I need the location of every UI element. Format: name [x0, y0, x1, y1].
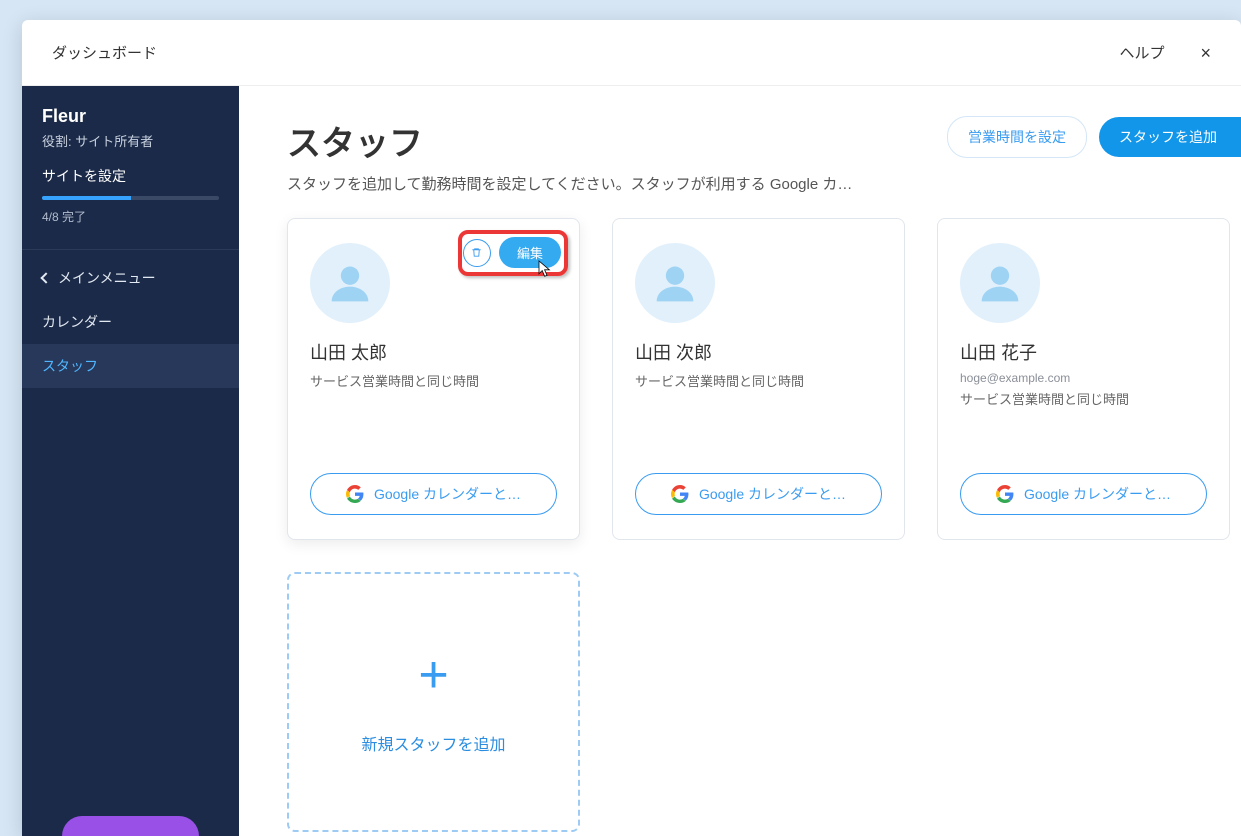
google-calendar-button[interactable]: Google カレンダーと…: [310, 473, 557, 515]
add-staff-button[interactable]: スタッフを追加: [1099, 117, 1241, 157]
staff-name: 山田 次郎: [635, 339, 882, 365]
staff-name: 山田 太郎: [310, 339, 557, 365]
avatar: [960, 243, 1040, 323]
delete-icon[interactable]: [463, 239, 491, 267]
site-name: Fleur: [42, 104, 221, 129]
page-subtitle: スタッフを追加して勤務時間を設定してください。スタッフが利用する Google …: [287, 173, 852, 194]
edit-button[interactable]: 編集: [499, 237, 561, 268]
staff-email: hoge@example.com: [960, 371, 1207, 385]
help-link[interactable]: ヘルプ: [1119, 42, 1164, 63]
google-icon: [671, 485, 689, 503]
page-title: スタッフ: [287, 116, 852, 165]
close-icon[interactable]: ×: [1200, 44, 1211, 62]
add-staff-card[interactable]: + 新規スタッフを追加: [287, 572, 580, 832]
sidebar: Fleur 役割: サイト所有者 サイトを設定 4/8 完了 メインメニュー カ…: [22, 86, 239, 836]
sidebar-item-calendar[interactable]: カレンダー: [22, 300, 239, 344]
card-actions: 編集: [463, 237, 561, 268]
staff-card: 編集 山田 太郎 サービス営業時間と同じ時間 Google カレンダーと…: [287, 218, 580, 540]
divider: [22, 249, 239, 250]
google-icon: [996, 485, 1014, 503]
staff-grid: 編集 山田 太郎 サービス営業時間と同じ時間 Google カレンダーと…: [287, 218, 1241, 832]
staff-card: 山田 花子 hoge@example.com サービス営業時間と同じ時間 Goo…: [937, 218, 1230, 540]
avatar: [310, 243, 390, 323]
progress-bar: [42, 196, 219, 200]
content: スタッフ スタッフを追加して勤務時間を設定してください。スタッフが利用する Go…: [239, 86, 1241, 836]
dashboard-modal: ダッシュボード ヘルプ × Fleur 役割: サイト所有者 サイトを設定 4/…: [22, 20, 1241, 836]
site-info: Fleur 役割: サイト所有者: [22, 86, 239, 160]
progress-fill: [42, 196, 131, 200]
modal-header: ダッシュボード ヘルプ ×: [22, 20, 1241, 86]
google-calendar-button[interactable]: Google カレンダーと…: [960, 473, 1207, 515]
staff-hours: サービス営業時間と同じ時間: [310, 371, 557, 390]
staff-hours: サービス営業時間と同じ時間: [960, 389, 1207, 408]
google-calendar-button[interactable]: Google カレンダーと…: [635, 473, 882, 515]
setup-title[interactable]: サイトを設定: [42, 166, 219, 186]
add-staff-label: 新規スタッフを追加: [361, 731, 505, 755]
sidebar-bottom-button[interactable]: [62, 816, 199, 836]
google-icon: [346, 485, 364, 503]
sidebar-item-staff[interactable]: スタッフ: [22, 344, 239, 388]
staff-hours: サービス営業時間と同じ時間: [635, 371, 882, 390]
sidebar-back[interactable]: メインメニュー: [22, 256, 239, 300]
site-role: 役割: サイト所有者: [42, 131, 221, 150]
staff-card: 山田 次郎 サービス営業時間と同じ時間 Google カレンダーと…: [612, 218, 905, 540]
setup-progress[interactable]: サイトを設定 4/8 完了: [22, 160, 239, 237]
plus-icon: +: [418, 649, 448, 701]
staff-name: 山田 花子: [960, 339, 1207, 365]
modal-title: ダッシュボード: [52, 42, 157, 63]
avatar: [635, 243, 715, 323]
set-hours-button[interactable]: 営業時間を設定: [947, 116, 1087, 158]
progress-text: 4/8 完了: [42, 208, 219, 225]
